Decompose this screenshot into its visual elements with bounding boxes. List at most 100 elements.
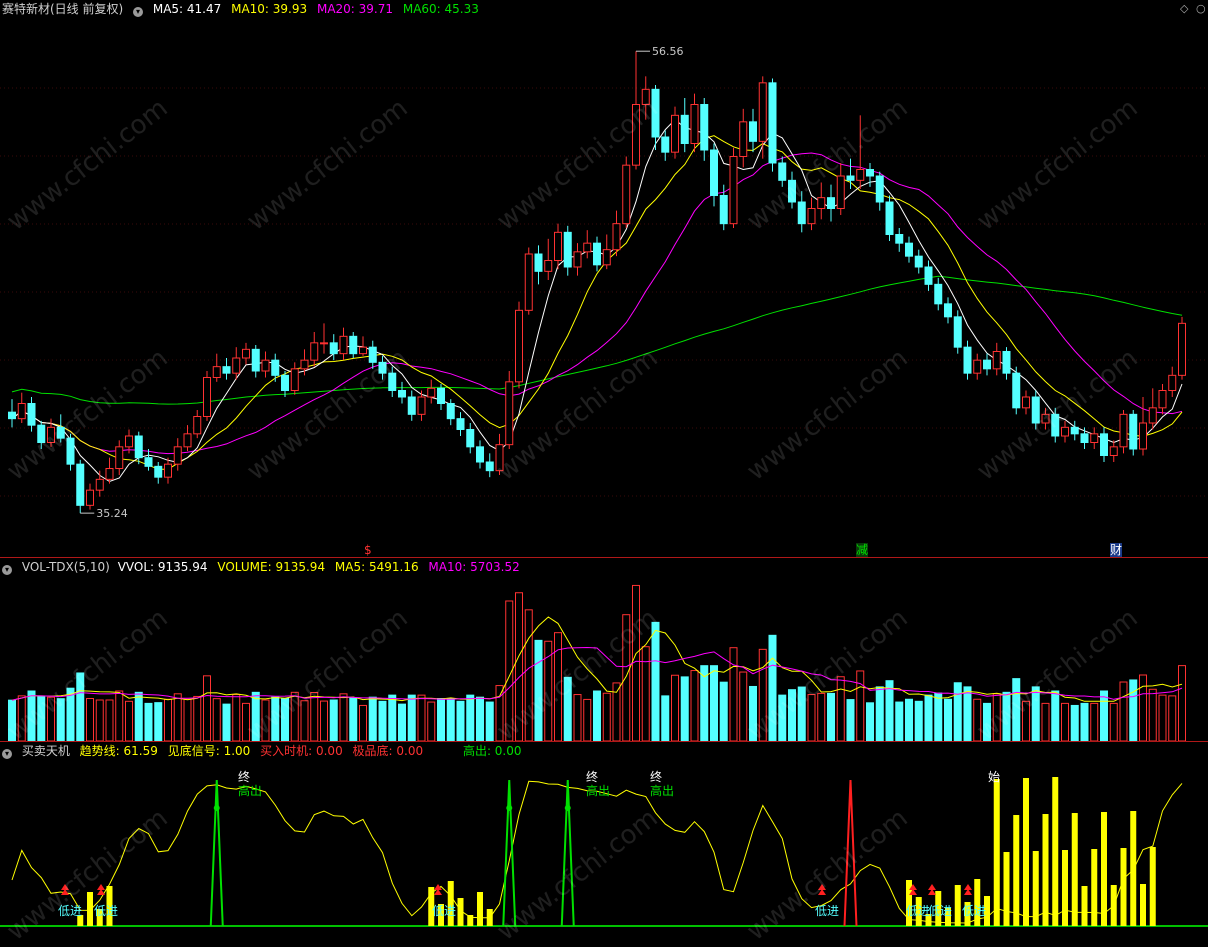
volume-bar-up: [203, 675, 211, 741]
volume-value: VOLUME: 9135.94: [217, 560, 326, 574]
volume-chart[interactable]: [0, 558, 1208, 741]
vvol-value: VVOL: 9135.94: [117, 560, 208, 574]
volume-bar-down: [924, 694, 933, 741]
signal-bar: [1032, 851, 1039, 926]
vol-ma5-value: MA5: 5491.16: [334, 560, 419, 574]
candle-down: [281, 374, 289, 392]
volume-bar-down: [875, 686, 884, 741]
candle-up: [173, 446, 182, 465]
indicator-chart[interactable]: [0, 742, 1208, 932]
candle-up: [1178, 322, 1186, 376]
candle-up: [671, 114, 679, 153]
candle-up: [427, 387, 436, 398]
candle-up: [505, 381, 514, 446]
volume-bar-up: [622, 614, 631, 741]
low-price-label: 35.24: [96, 507, 128, 520]
candle-down: [593, 242, 601, 266]
candle-up: [164, 463, 172, 478]
stock-name[interactable]: 赛特新材(日线 前复权): [2, 2, 123, 16]
volume-bar-up: [515, 592, 523, 741]
candle-down: [407, 396, 416, 415]
end-label: 终: [586, 770, 599, 784]
volume-pane[interactable]: ▾ VOL-TDX(5,10) VVOL: 9135.94 VOLUME: 91…: [0, 558, 1208, 741]
volume-bar-up: [115, 690, 124, 741]
candle-down: [368, 346, 377, 363]
volume-bar-down: [446, 698, 455, 741]
volume-bar-down: [154, 702, 163, 741]
candle-up: [212, 366, 221, 378]
volume-bar-down: [8, 699, 16, 741]
candle-down: [700, 104, 709, 151]
volume-bar-up: [1022, 700, 1030, 741]
volume-bar-up: [290, 691, 299, 741]
candle-up: [612, 223, 621, 251]
low-in-label: 低进: [928, 904, 953, 918]
candle-up: [1061, 426, 1069, 437]
candle-up: [242, 348, 250, 359]
candle-up: [836, 175, 845, 209]
candle-up: [739, 121, 748, 158]
signal-spike: [560, 779, 575, 927]
signal-bar: [467, 915, 474, 926]
volume-bar-down: [914, 700, 923, 741]
candle-down: [251, 348, 260, 372]
settings-icon[interactable]: ▾: [2, 749, 12, 759]
candle-up: [807, 208, 816, 225]
volume-bar-up: [417, 694, 426, 741]
volume-bar-up: [1168, 695, 1177, 741]
volume-bar-down: [797, 686, 806, 741]
volume-bar-up: [641, 646, 650, 741]
settings-icon[interactable]: ▾: [2, 565, 12, 575]
volume-bar-down: [437, 698, 445, 741]
settings-icon[interactable]: ▾: [133, 7, 144, 17]
price-pane[interactable]: 56.56 35.24 赛特新材(日线 前复权) ▾ MA5: 41.47 MA1…: [0, 0, 1208, 557]
low-in-label: 低进: [58, 904, 83, 918]
candle-up: [817, 197, 826, 210]
volume-bar-up: [807, 694, 816, 741]
candle-up: [992, 351, 1001, 370]
volume-bar-down: [963, 686, 972, 741]
diamond-icon[interactable]: ◇: [1180, 2, 1188, 15]
event-marker-finance[interactable]: 财: [1110, 543, 1123, 557]
low-in-label: 低进: [94, 904, 119, 918]
volume-bar-up: [836, 676, 845, 741]
candle-down: [875, 175, 884, 203]
volume-bar-down: [476, 696, 484, 741]
candle-up: [690, 104, 699, 144]
indicator-title[interactable]: 买卖天机: [22, 744, 70, 758]
candle-up: [622, 164, 631, 225]
volume-bar-down: [827, 692, 835, 741]
candle-up: [339, 335, 348, 355]
volume-bar-down: [895, 701, 904, 741]
event-marker-dollar[interactable]: $: [364, 543, 372, 557]
volume-bar-up: [232, 694, 241, 741]
event-marker-reduce[interactable]: 减: [856, 543, 869, 557]
candle-down: [222, 366, 231, 374]
circle-icon[interactable]: ○: [1196, 2, 1206, 15]
candle-down: [749, 121, 757, 142]
candle-down: [378, 361, 387, 374]
volume-bar-up: [164, 698, 172, 741]
volume-bar-up: [1109, 702, 1118, 741]
candle-down: [37, 424, 46, 443]
ma5-value: MA5: 41.47: [152, 2, 222, 16]
candle-up: [973, 359, 982, 374]
candle-down: [651, 88, 660, 138]
candle-down: [388, 372, 397, 391]
volume-bar-down: [719, 681, 728, 741]
volume-bar-up: [105, 699, 114, 741]
high-out-label: 高出: [586, 784, 611, 798]
volume-bar-up: [573, 694, 582, 741]
candle-up: [856, 169, 865, 181]
candlestick-chart[interactable]: 56.56 35.24: [0, 0, 1208, 557]
candle-up: [1041, 413, 1050, 424]
volume-bar-down: [593, 690, 601, 741]
candle-down: [827, 197, 835, 210]
volume-bar-up: [583, 698, 592, 741]
volume-bar-down: [329, 699, 338, 741]
indicator-pane[interactable]: ▾ 买卖天机 趋势线: 61.59 见底信号: 1.00 买入时机: 0.00 …: [0, 742, 1208, 932]
signal-bar: [1052, 777, 1059, 926]
volume-title[interactable]: VOL-TDX(5,10): [22, 560, 110, 574]
candle-up: [554, 231, 562, 261]
buy-time-value: 买入时机: 0.00: [260, 744, 343, 758]
